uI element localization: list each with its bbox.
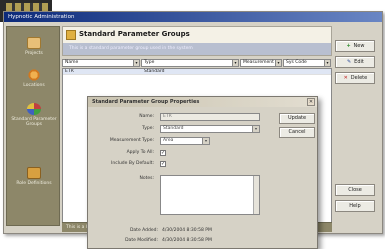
chevron-down-icon: ▾: [252, 126, 259, 132]
plus-icon: +: [346, 43, 351, 49]
chevron-down-icon: ▾: [275, 60, 281, 66]
date-modified-label: Date Modified:: [125, 238, 158, 243]
apply-to-all-checkbox[interactable]: ✓: [160, 150, 166, 156]
notes-label: Notes:: [139, 176, 154, 181]
new-button[interactable]: + New: [335, 40, 375, 52]
sidebar-item-label: Locations: [23, 83, 45, 88]
new-button-label: New: [353, 43, 365, 49]
sidebar-item-projects[interactable]: Projects: [7, 37, 61, 56]
measurement-filter-label: Measurement: [243, 60, 274, 65]
group-icon: [66, 30, 76, 40]
sidebar-item-locations[interactable]: Locations: [7, 69, 61, 88]
type-cell: Standard: [144, 69, 165, 74]
notes-textarea[interactable]: [160, 175, 260, 215]
type-label: Type:: [142, 126, 154, 131]
close-button-label: Close: [348, 187, 362, 193]
sys-code-filter-label: Sys Code: [286, 60, 307, 65]
name-filter[interactable]: Name ▾: [62, 59, 140, 67]
panel-description: This is a standard parameter group used …: [69, 46, 193, 51]
window-title: Hypnotic Administration: [4, 12, 382, 22]
measurement-type-value: Area: [163, 138, 174, 143]
sidebar-item-label: Projects: [25, 51, 43, 56]
close-icon[interactable]: ✕: [307, 98, 315, 106]
apply-to-all-label: Apply To All:: [126, 150, 154, 155]
cancel-button[interactable]: Cancel: [279, 127, 315, 138]
chevron-down-icon: ▾: [202, 138, 209, 144]
sidebar-item-standard-parameter-groups[interactable]: Standard Parameter Groups: [7, 103, 61, 127]
delete-icon: ✕: [343, 75, 348, 81]
role-icon: [27, 167, 41, 179]
filter-row: Name ▾ Type ▾ Measurement ▾ Sys Code ▾: [62, 59, 332, 67]
palette-icon: [27, 103, 41, 115]
panel-header: Standard Parameter Groups This is a stan…: [62, 26, 332, 56]
date-modified-value: 4/30/2004 8:30:58 PM: [162, 238, 212, 243]
name-label: Name:: [139, 114, 154, 119]
name-field[interactable]: ETR: [160, 113, 260, 121]
chevron-down-icon: ▾: [324, 60, 330, 66]
measurement-label: Measurement Type:: [109, 138, 154, 143]
sys-code-filter[interactable]: Sys Code ▾: [283, 59, 331, 67]
dialog-title: Standard Parameter Group Properties: [88, 97, 317, 107]
type-select-value: Standard: [163, 126, 184, 131]
type-filter[interactable]: Type ▾: [141, 59, 239, 67]
chevron-down-icon: ▾: [133, 60, 139, 66]
sidebar: Projects Locations Standard Parameter Gr…: [6, 26, 60, 226]
delete-button-label: Delete: [350, 75, 368, 81]
sidebar-item-role-definitions[interactable]: Role Definitions: [7, 167, 61, 186]
include-default-label: Include By Default:: [111, 161, 154, 166]
sidebar-item-label: Standard Parameter Groups: [11, 117, 57, 127]
panel-description-band: This is a standard parameter group used …: [63, 43, 331, 55]
table-row[interactable]: ETR Standard: [63, 69, 331, 75]
sidebar-item-label: Role Definitions: [16, 181, 52, 186]
chevron-down-icon: ▾: [232, 60, 238, 66]
delete-button[interactable]: ✕ Delete: [335, 72, 375, 84]
include-default-checkbox[interactable]: ✓: [160, 161, 166, 167]
name-filter-label: Name: [65, 60, 79, 65]
close-button[interactable]: Close: [335, 184, 375, 196]
type-select[interactable]: Standard ▾: [160, 125, 260, 133]
measurement-type-select[interactable]: Area ▾: [160, 137, 210, 145]
properties-dialog: Standard Parameter Group Properties ✕ Na…: [87, 96, 318, 249]
notes-scrollbar[interactable]: [253, 176, 259, 214]
measurement-filter[interactable]: Measurement ▾: [240, 59, 282, 67]
edit-button[interactable]: ✎ Edit: [335, 56, 375, 68]
help-button[interactable]: Help: [335, 200, 375, 212]
edit-icon: ✎: [347, 59, 352, 65]
type-filter-label: Type: [144, 60, 155, 65]
location-icon: [27, 69, 41, 81]
folder-icon: [27, 37, 41, 49]
name-cell: ETR: [65, 69, 74, 74]
edit-button-label: Edit: [354, 59, 364, 65]
date-added-label: Date Added:: [129, 228, 158, 233]
help-button-label: Help: [349, 203, 361, 209]
date-added-value: 4/30/2004 8:30:58 PM: [162, 228, 212, 233]
update-button[interactable]: Update: [279, 113, 315, 124]
panel-title: Standard Parameter Groups: [79, 30, 190, 38]
